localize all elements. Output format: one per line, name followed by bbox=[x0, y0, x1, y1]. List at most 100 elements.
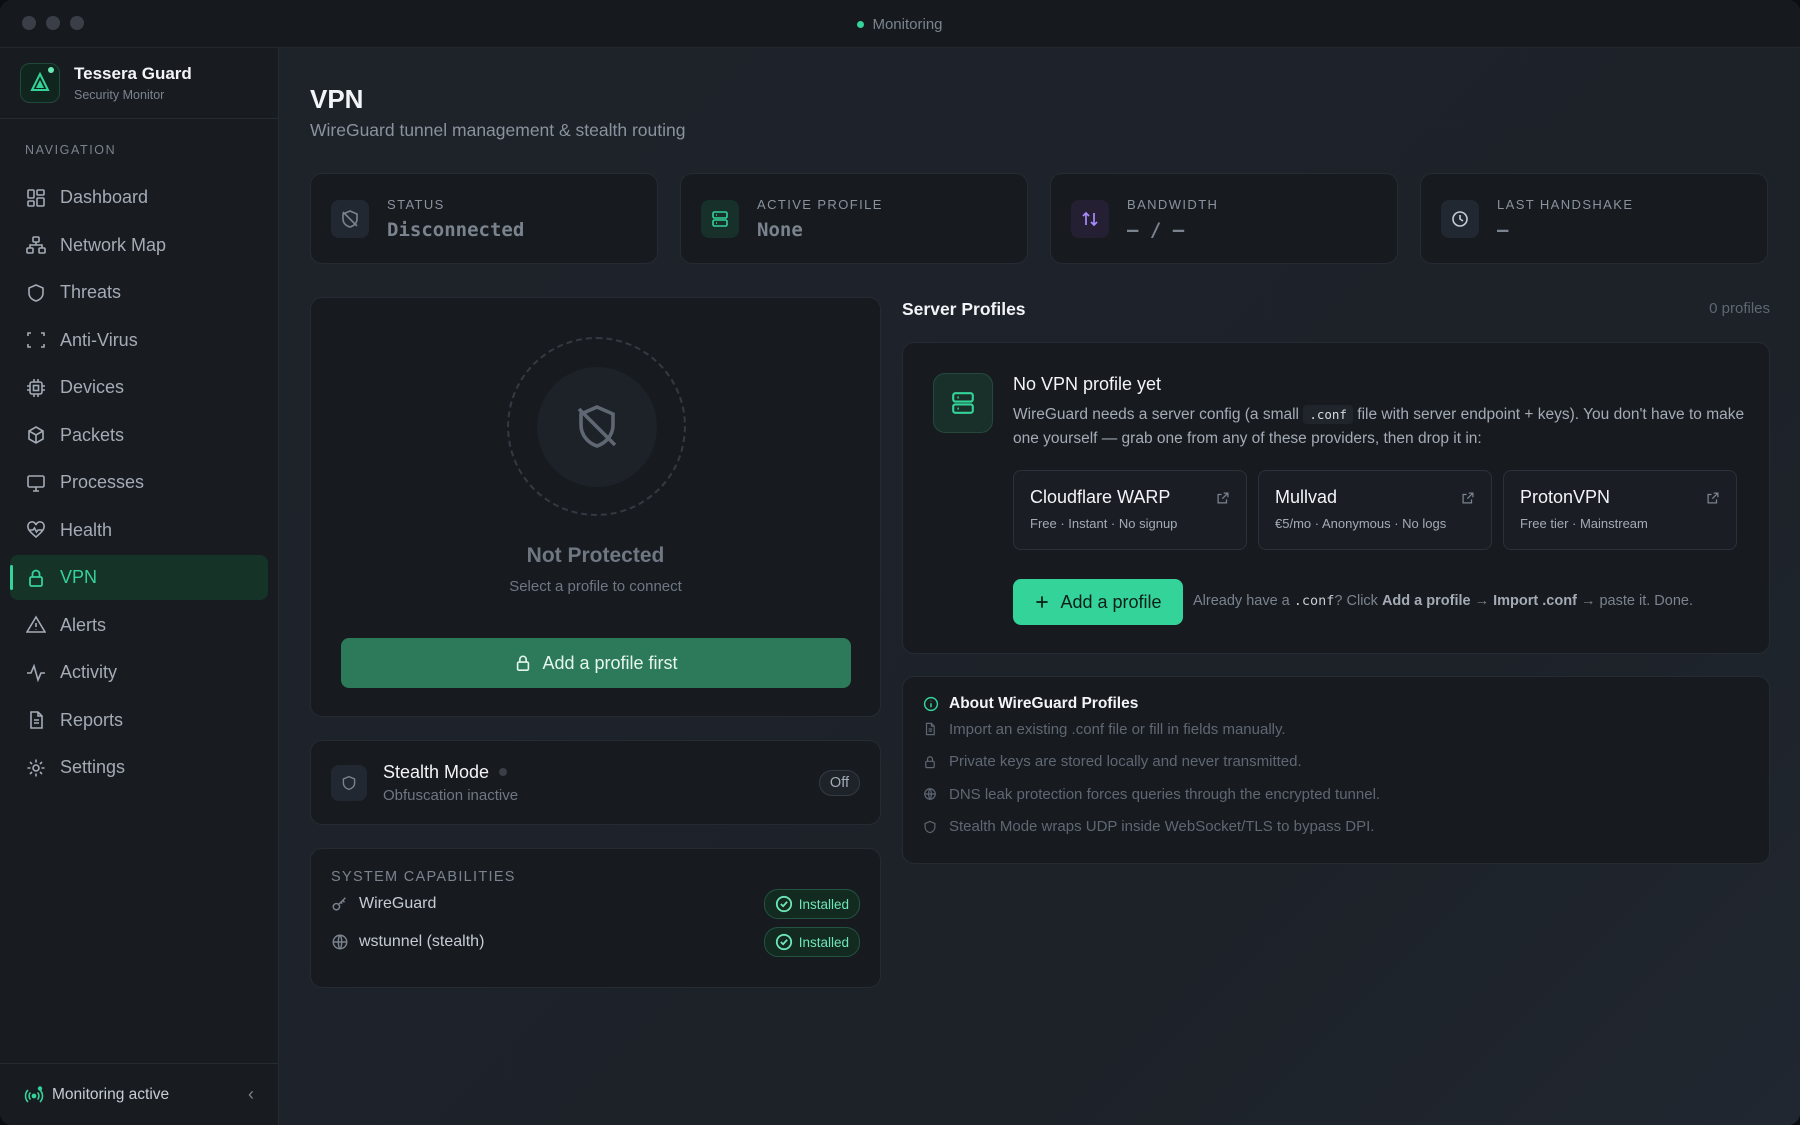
button-label: Add a profile first bbox=[542, 652, 678, 673]
dashboard-icon bbox=[27, 188, 45, 207]
external-link-icon bbox=[1707, 492, 1719, 504]
globe-icon bbox=[924, 788, 936, 801]
sidebar-item-activity[interactable]: Activity bbox=[10, 650, 268, 695]
sidebar-item-label: VPN bbox=[60, 567, 98, 587]
window-title: Monitoring bbox=[0, 0, 1800, 48]
sidebar-item-dashboard[interactable]: Dashboard bbox=[10, 175, 268, 220]
chevron-left-icon[interactable]: ‹ bbox=[248, 1084, 254, 1105]
check-circle-icon bbox=[775, 933, 792, 951]
monitoring-dot-icon bbox=[857, 20, 865, 28]
lock-icon bbox=[517, 655, 530, 672]
check-circle-icon bbox=[775, 895, 792, 913]
about-item: Private keys are stored locally and neve… bbox=[923, 746, 1749, 779]
sidebar-item-label: Network Map bbox=[60, 234, 167, 255]
info-icon bbox=[923, 696, 939, 712]
sidebar-item-label: Alerts bbox=[60, 614, 107, 635]
sidebar-footer: Monitoring active ‹ bbox=[0, 1063, 278, 1125]
app-window: Monitoring Tessera Guard Security Monito… bbox=[0, 0, 1800, 1125]
provider-card-cloudflare-warp[interactable]: Cloudflare WARP Free · Instant · No sign… bbox=[1013, 470, 1247, 550]
capabilities-title: SYSTEM CAPABILITIES bbox=[331, 869, 516, 885]
sidebar-item-devices[interactable]: Devices bbox=[10, 365, 268, 410]
stat-value: — bbox=[1497, 218, 1509, 241]
package-icon bbox=[28, 426, 44, 444]
nav-section-label: NAVIGATION bbox=[25, 143, 117, 157]
about-text: Private keys are stored locally and neve… bbox=[949, 753, 1302, 771]
external-link-icon bbox=[1217, 492, 1229, 504]
sidebar-item-reports[interactable]: Reports bbox=[10, 698, 268, 743]
page-title: VPN bbox=[310, 84, 364, 114]
empty-title: No VPN profile yet bbox=[1013, 374, 1162, 394]
page-subtitle: WireGuard tunnel management & stealth ro… bbox=[310, 120, 686, 140]
sidebar-item-packets[interactable]: Packets bbox=[10, 413, 268, 458]
stat-value: — / — bbox=[1127, 218, 1185, 241]
chip-icon bbox=[27, 378, 45, 397]
radio-waves-icon bbox=[24, 1085, 44, 1103]
provider-card-protonvpn[interactable]: ProtonVPN Free tier · Mainstream bbox=[1503, 470, 1737, 550]
sidebar-item-settings[interactable]: Settings bbox=[10, 745, 268, 790]
profiles-count: 0 profiles bbox=[1709, 300, 1770, 317]
sidebar-item-label: Anti-Virus bbox=[60, 329, 138, 350]
brand-name: Tessera Guard bbox=[74, 64, 192, 83]
shield-off-icon bbox=[331, 199, 369, 238]
hint-text: → paste it. Done. bbox=[1580, 593, 1693, 609]
arrows-up-down-icon bbox=[1071, 199, 1109, 238]
brand-subtitle: Security Monitor bbox=[74, 88, 165, 102]
sidebar-item-label: Activity bbox=[60, 662, 118, 682]
sidebar-item-vpn[interactable]: VPN bbox=[10, 555, 268, 600]
warning-icon bbox=[26, 615, 46, 633]
stealth-mode-title: Stealth Mode bbox=[383, 761, 490, 782]
stealth-mode-card: Stealth Mode Obfuscation inactive Off bbox=[310, 740, 881, 825]
document-icon bbox=[30, 711, 43, 729]
sidebar-item-health[interactable]: Health bbox=[10, 508, 268, 553]
hint-bold: Import .conf bbox=[1493, 593, 1577, 609]
about-wireguard-card: About WireGuard Profiles Import an exist… bbox=[902, 676, 1770, 864]
sidebar-item-alerts[interactable]: Alerts bbox=[10, 603, 268, 648]
sidebar-item-processes[interactable]: Processes bbox=[10, 460, 268, 505]
sidebar-item-network-map[interactable]: Network Map bbox=[10, 223, 268, 268]
main-content: VPN WireGuard tunnel management & stealt… bbox=[280, 48, 1800, 1125]
provider-name: Cloudflare WARP bbox=[1030, 487, 1171, 507]
empty-description: WireGuard needs a server config (a small… bbox=[1013, 403, 1753, 451]
plus-icon bbox=[1036, 596, 1049, 608]
sidebar-item-label: Devices bbox=[60, 377, 125, 397]
installed-badge: Installed bbox=[763, 889, 860, 919]
lock-icon bbox=[925, 755, 935, 768]
about-text: Import an existing .conf file or fill in… bbox=[949, 720, 1286, 738]
hint-text: Already have a bbox=[1193, 593, 1290, 609]
scan-icon bbox=[27, 332, 45, 348]
protection-ring bbox=[507, 337, 686, 516]
sidebar-item-label: Settings bbox=[60, 757, 126, 777]
shield-logo-icon bbox=[20, 63, 60, 103]
hint-code: .conf bbox=[1293, 593, 1335, 609]
sidebar-item-label: Health bbox=[60, 519, 113, 540]
sidebar-item-anti-virus[interactable]: Anti-Virus bbox=[10, 318, 268, 363]
stat-label: LAST HANDSHAKE bbox=[1497, 196, 1634, 212]
about-text: Stealth Mode wraps UDP inside WebSocket/… bbox=[949, 818, 1375, 836]
about-text: DNS leak protection forces queries throu… bbox=[949, 785, 1381, 803]
about-item: Import an existing .conf file or fill in… bbox=[923, 713, 1749, 746]
sidebar: Tessera Guard Security Monitor NAVIGATIO… bbox=[0, 48, 279, 1125]
hint-arrow: → bbox=[1474, 593, 1490, 609]
hint-bold: Add a profile bbox=[1381, 593, 1471, 609]
stat-label: ACTIVE PROFILE bbox=[757, 196, 883, 212]
server-profiles-title: Server Profiles bbox=[902, 299, 1026, 319]
add-profile-button[interactable]: Add a profile bbox=[1013, 579, 1183, 625]
external-link-icon bbox=[1462, 492, 1474, 504]
provider-name: ProtonVPN bbox=[1520, 487, 1611, 507]
add-profile-first-button[interactable]: Add a profile first bbox=[341, 638, 851, 688]
stealth-toggle[interactable]: Off bbox=[818, 769, 860, 796]
sidebar-item-threats[interactable]: Threats bbox=[10, 270, 268, 315]
provider-card-mullvad[interactable]: Mullvad €5/mo · Anonymous · No logs bbox=[1258, 470, 1492, 550]
stat-card-active-profile: ACTIVE PROFILE None bbox=[680, 173, 1028, 264]
shield-icon bbox=[331, 764, 367, 801]
brand: Tessera Guard Security Monitor bbox=[0, 48, 278, 119]
shield-off-icon bbox=[577, 404, 616, 448]
title-bar: Monitoring bbox=[0, 0, 1800, 48]
capability-name: wstunnel (stealth) bbox=[359, 933, 485, 950]
shield-icon bbox=[28, 283, 44, 302]
stat-card-status: STATUS Disconnected bbox=[310, 173, 658, 264]
gear-icon bbox=[27, 759, 45, 776]
sidebar-item-label: Packets bbox=[60, 424, 125, 445]
heart-pulse-icon bbox=[27, 521, 45, 539]
about-title: About WireGuard Profiles bbox=[949, 695, 1139, 712]
